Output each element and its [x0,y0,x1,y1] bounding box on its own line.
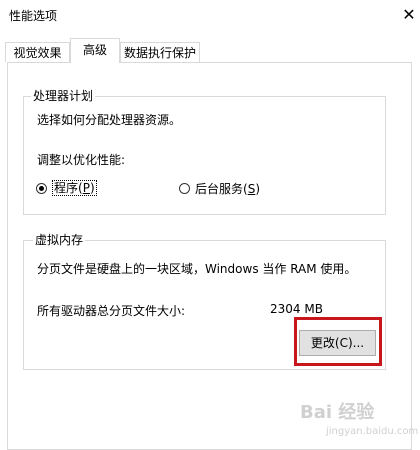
selected-tab-connector [71,61,119,64]
baidu-watermark-url: jingyan.baidu.com [326,426,419,437]
performance-options-window: 性能选项 ✕ 视觉效果 高级 数据执行保护 处理器计划 选择如何分配处理器资源。… [0,0,420,450]
baidu-watermark: Bai 经验 [300,402,375,423]
radio-programs[interactable]: 程序(P) [36,180,97,196]
processor-scheduling-description: 选择如何分配处理器资源。 [37,113,182,127]
total-paging-file-size-label: 所有驱动器总分页文件大小: [37,304,186,318]
radio-background-services-label[interactable]: 后台服务(S) [195,180,260,197]
radio-programs-indicator[interactable] [36,182,47,194]
virtual-memory-title: 虚拟内存 [33,231,86,248]
tab-advanced[interactable]: 高级 [70,38,120,63]
tab-visual-effects[interactable]: 视觉效果 [5,42,70,62]
radio-programs-label[interactable]: 程序(P) [52,180,97,196]
close-icon[interactable]: ✕ [398,0,420,30]
tab-data-execution-prevention[interactable]: 数据执行保护 [120,42,200,62]
virtual-memory-description: 分页文件是硬盘上的一块区域，Windows 当作 RAM 使用。 [37,262,357,276]
title-bar: 性能选项 ✕ [0,0,420,32]
change-button[interactable]: 更改(C)... [299,330,376,356]
adjust-for-best-performance-label: 调整以优化性能: [37,153,126,167]
total-paging-file-size-value: 2304 MB [270,302,323,316]
processor-scheduling-title: 处理器计划 [31,87,96,104]
window-title: 性能选项 [9,9,58,23]
radio-background-services-indicator[interactable] [179,182,190,194]
radio-background-services[interactable]: 后台服务(S) [179,180,260,196]
